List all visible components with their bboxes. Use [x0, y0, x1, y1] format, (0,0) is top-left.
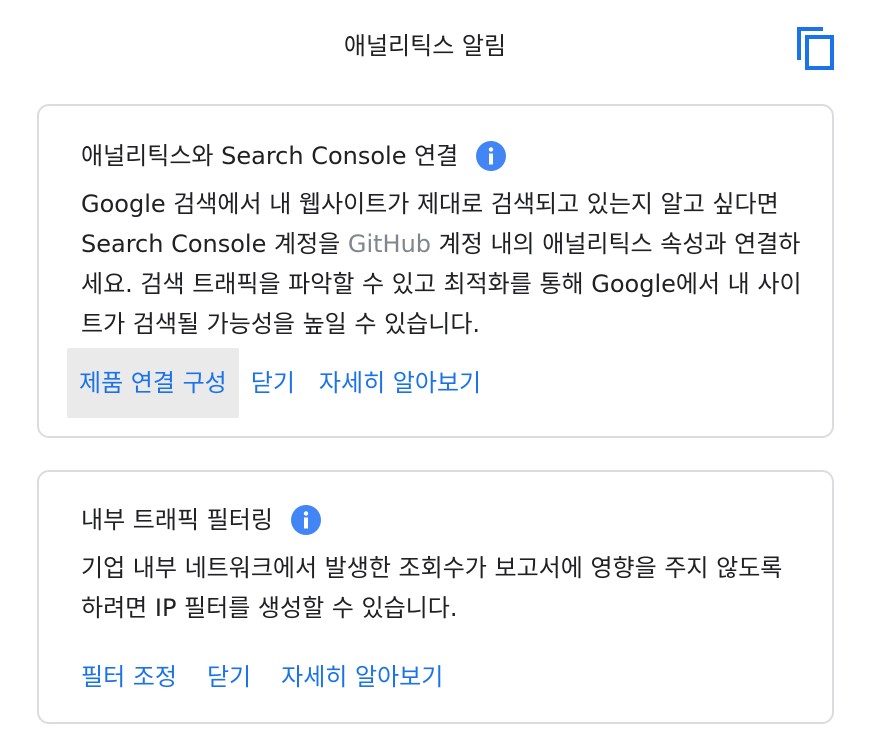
card-title-text: 애널리틱스와 Search Console 연결 [81, 142, 459, 170]
card-description: Google 검색에서 내 웹사이트가 제대로 검색되고 있는지 알고 싶다면 … [81, 184, 811, 344]
learn-more-link[interactable]: 자세히 알아보기 [307, 348, 493, 418]
account-name: GitHub [347, 230, 432, 258]
dismiss-button[interactable]: 닫기 [193, 642, 267, 712]
search-console-card: 애널리틱스와 Search Console 연결 Google 검색에서 내 웹… [37, 104, 834, 438]
info-icon[interactable] [476, 141, 507, 171]
card-description: 기업 내부 네트워크에서 발생한 조회수가 보고서에 영향을 주지 않도록 하려… [81, 554, 783, 622]
internal-traffic-card: 내부 트래픽 필터링 기업 내부 네트워크에서 발생한 조회수가 보고서에 영향… [37, 470, 834, 724]
analytics-alerts-panel: 애널리틱스 알림 애널리틱스와 Search Console 연결 Google… [0, 0, 877, 747]
copy-icon[interactable] [796, 26, 836, 72]
card-title: 애널리틱스와 Search Console 연결 [81, 138, 507, 174]
card-actions: 제품 연결 구성 닫기 자세히 알아보기 [67, 348, 493, 418]
panel-title: 애널리틱스 알림 [343, 32, 507, 60]
card-title-text: 내부 트래픽 필터링 [81, 506, 273, 534]
configure-product-linking-button[interactable]: 제품 연결 구성 [67, 348, 239, 418]
adjust-filter-button[interactable]: 필터 조정 [67, 642, 193, 712]
learn-more-link[interactable]: 자세히 알아보기 [267, 642, 459, 712]
info-icon[interactable] [290, 505, 321, 535]
dismiss-button[interactable]: 닫기 [239, 348, 307, 418]
card-title: 내부 트래픽 필터링 [81, 502, 321, 538]
card-actions: 필터 조정 닫기 자세히 알아보기 [67, 642, 459, 712]
